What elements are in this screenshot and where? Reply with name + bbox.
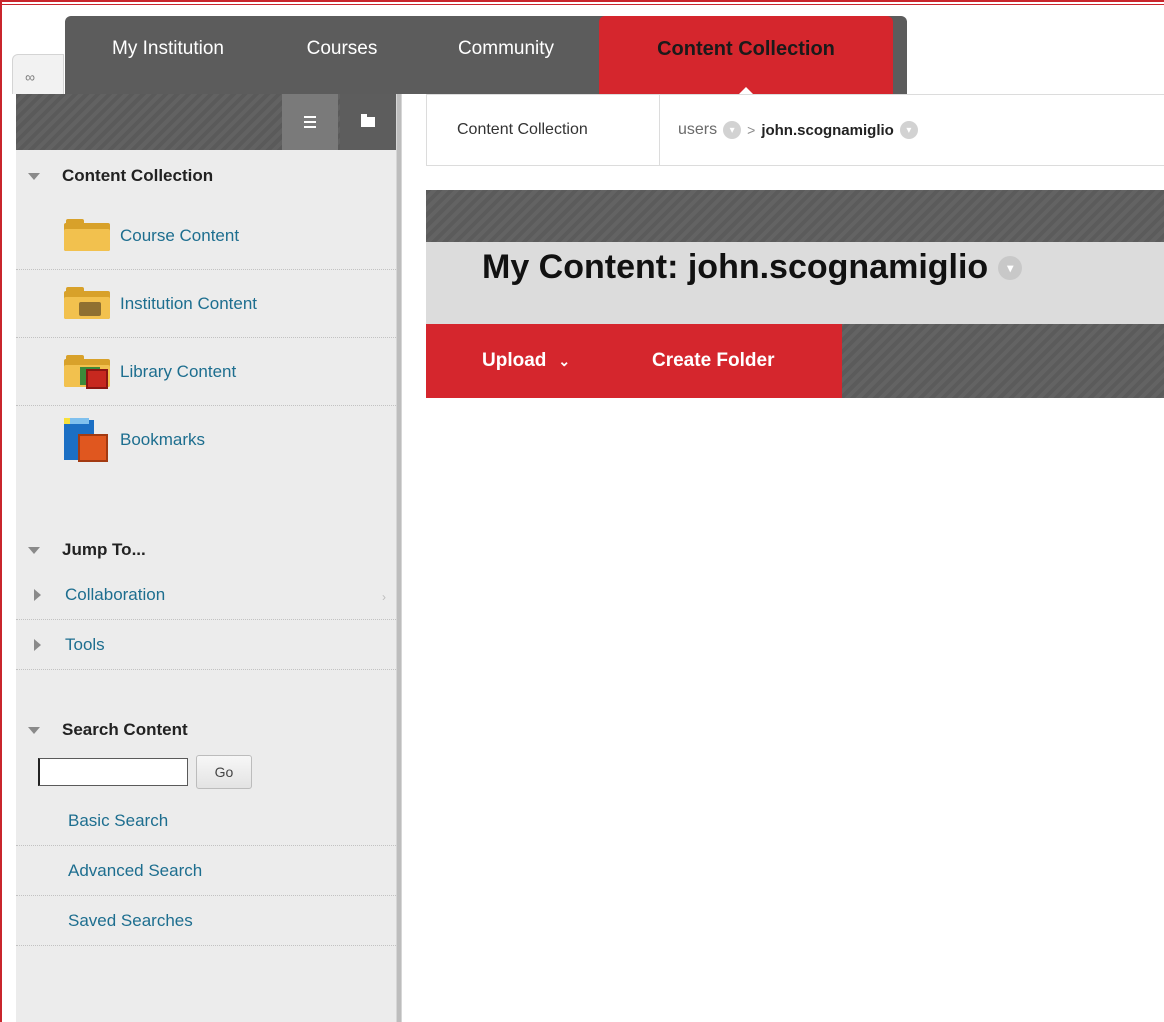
folder-view-icon[interactable]	[340, 94, 396, 150]
breadcrumb-users[interactable]: users	[678, 121, 717, 139]
go-button[interactable]: Go	[196, 755, 252, 789]
tab-my-institution[interactable]: My Institution	[65, 16, 271, 94]
collapse-triangle-icon	[28, 546, 40, 554]
search-row: Go	[16, 750, 396, 794]
page-title-text: My Content: john.scognamiglio	[482, 248, 989, 286]
breadcrumb: Content Collection users ▾ > john.scogna…	[426, 94, 1164, 166]
sidebar-item-bookmarks[interactable]: Bookmarks	[16, 406, 396, 474]
institution-folder-icon	[64, 286, 110, 321]
bookmarks-icon	[64, 418, 110, 462]
top-navigation: ∞ My Institution Courses Community Conte…	[12, 16, 1164, 95]
chevron-down-icon[interactable]: ▾	[723, 121, 742, 139]
top-edge	[0, 0, 1164, 5]
collapse-triangle-icon	[28, 172, 40, 180]
tree-item-collaboration[interactable]: Collaboration ›	[16, 570, 396, 620]
sidebar-item-label: Course Content	[120, 225, 240, 245]
search-input[interactable]	[38, 758, 188, 786]
content-collection-heading[interactable]: Content Collection	[16, 150, 396, 202]
tree-item-label: Collaboration	[65, 584, 166, 604]
create-folder-button[interactable]: Create Folder	[624, 324, 842, 398]
folder-icon	[64, 218, 110, 253]
breadcrumb-current: john.scognamiglio	[761, 121, 894, 139]
chevron-right-icon: ›	[382, 590, 386, 604]
sidebar-item-label: Bookmarks	[120, 430, 206, 449]
breadcrumb-path: users ▾ > john.scognamiglio ▾	[660, 121, 918, 139]
tree-item-label: Tools	[65, 634, 105, 654]
collapse-triangle-icon	[28, 726, 40, 734]
sidebar-item-course-content[interactable]: Course Content	[16, 202, 396, 270]
search-content-heading-label: Search Content	[62, 720, 188, 739]
sidebar-header	[16, 94, 396, 150]
header-stripe	[426, 190, 1164, 242]
basic-search-link[interactable]: Basic Search	[16, 796, 396, 846]
saved-searches-link[interactable]: Saved Searches	[16, 896, 396, 946]
jump-to-heading-label: Jump To...	[62, 540, 146, 559]
breadcrumb-root[interactable]: Content Collection	[427, 94, 660, 166]
upload-button-label: Upload	[482, 350, 547, 371]
tree-item-tools[interactable]: Tools	[16, 620, 396, 670]
sidebar: Content Collection Course Content Instit…	[16, 94, 396, 1022]
sidebar-resize-handle[interactable]	[396, 94, 402, 1022]
content-header: My Content: john.scognamiglio ▾	[426, 190, 1164, 324]
tab-courses[interactable]: Courses	[271, 16, 413, 94]
sidebar-item-label: Library Content	[120, 361, 237, 381]
pin-icon[interactable]: ∞	[12, 54, 64, 94]
tab-list: My Institution Courses Community Content…	[65, 16, 907, 95]
expand-triangle-icon	[34, 638, 41, 651]
action-bar: Upload ⌄ Create Folder	[426, 324, 1164, 398]
chevron-down-icon[interactable]: ▾	[998, 255, 1023, 280]
sidebar-item-label: Institution Content	[120, 293, 258, 313]
sidebar-item-library-content[interactable]: Library Content	[16, 338, 396, 406]
sidebar-item-institution-content[interactable]: Institution Content	[16, 270, 396, 338]
tab-community[interactable]: Community	[413, 16, 599, 94]
content-collection-heading-label: Content Collection	[62, 166, 214, 185]
advanced-search-link[interactable]: Advanced Search	[16, 846, 396, 896]
breadcrumb-separator-icon: >	[747, 122, 756, 138]
page-title: My Content: john.scognamiglio ▾	[482, 248, 1023, 287]
search-content-heading[interactable]: Search Content	[16, 710, 396, 750]
tab-content-collection[interactable]: Content Collection	[599, 16, 893, 95]
chevron-down-icon[interactable]: ▾	[899, 121, 918, 139]
expand-triangle-icon	[34, 588, 41, 601]
upload-button[interactable]: Upload ⌄	[426, 324, 624, 398]
chevron-down-icon: ⌄	[558, 352, 571, 369]
library-folder-icon	[64, 354, 110, 389]
jump-to-heading[interactable]: Jump To...	[16, 530, 396, 570]
list-view-icon[interactable]	[282, 94, 338, 150]
